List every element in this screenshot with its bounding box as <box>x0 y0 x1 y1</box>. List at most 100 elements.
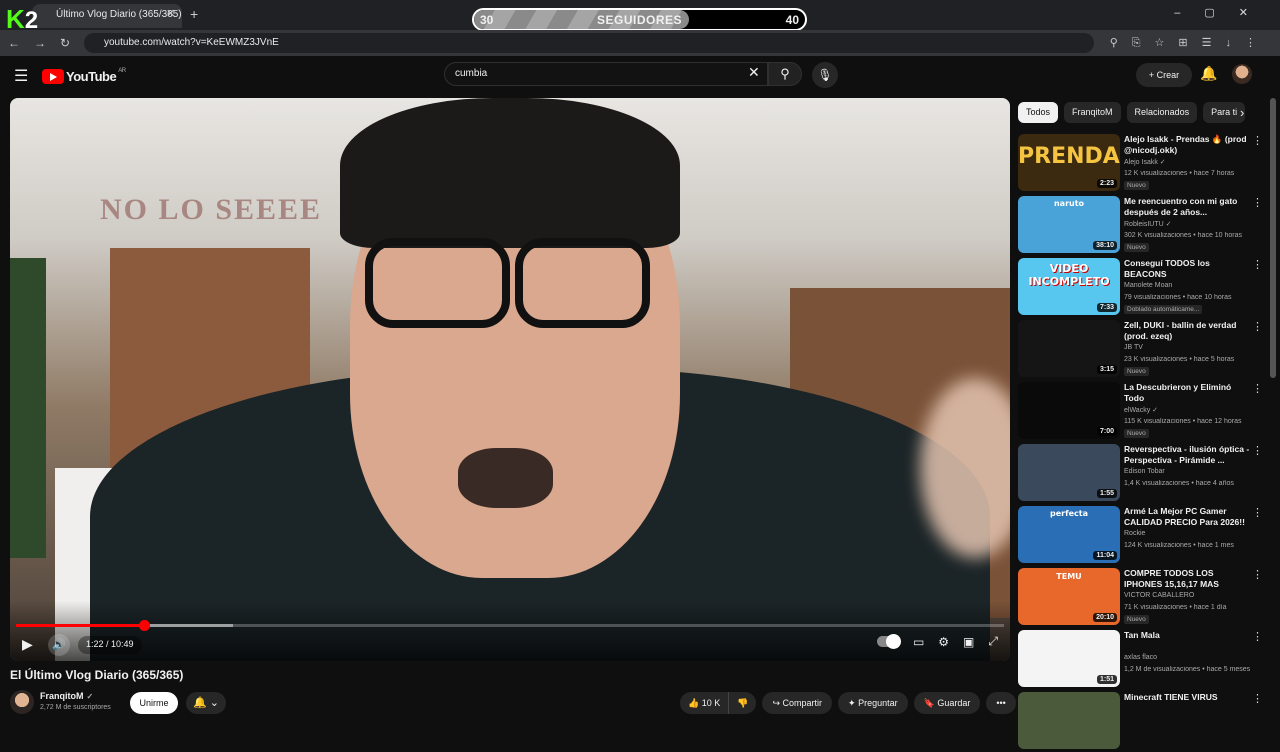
recommendation-channel[interactable]: Manolete Moan <box>1124 282 1172 289</box>
search-input[interactable]: cumbia <box>444 62 768 86</box>
recommendation-item[interactable]: naruto 38:10 Me reencuentro con mi gato de… <box>1018 194 1268 256</box>
recommendation-title[interactable]: Armé La Mejor PC Gamer CALIDAD PRECIO Pa… <box>1124 506 1250 528</box>
more-vert-icon[interactable]: ⋮ <box>1252 568 1263 581</box>
like-button[interactable]: 👍 10 K <box>680 692 730 714</box>
more-vert-icon[interactable]: ⋮ <box>1252 444 1263 457</box>
browser-tab[interactable]: Último Vlog Diario (365/365) <box>32 4 182 28</box>
video-thumbnail[interactable]: naruto 38:10 <box>1018 196 1120 253</box>
video-thumbnail[interactable]: 3:15 <box>1018 320 1120 377</box>
video-thumbnail[interactable]: 1:51 <box>1018 630 1120 687</box>
more-vert-icon[interactable]: ⋮ <box>1252 630 1263 643</box>
join-button[interactable]: Unirme <box>130 692 178 714</box>
video-thumbnail[interactable]: 1:55 <box>1018 444 1120 501</box>
hamburger-menu-icon[interactable]: ☰ <box>14 66 28 86</box>
settings-gear-icon[interactable]: ⚙ <box>938 635 949 649</box>
browser-toolbar-icons[interactable]: ⚲⎘☆⊞☰↓⋮ <box>1110 36 1270 50</box>
notifications-bell-icon[interactable]: 🔔 <box>1200 65 1217 82</box>
recommendation-meta: 23 K visualizaciones • hace 5 horas <box>1124 356 1235 363</box>
recommendation-title[interactable]: Minecraft TIENE VIRUS <box>1124 692 1250 703</box>
more-vert-icon[interactable]: ⋮ <box>1252 506 1263 519</box>
create-button[interactable]: + Crear <box>1136 63 1192 87</box>
video-thumbnail[interactable] <box>1018 692 1120 749</box>
recommendation-channel[interactable]: Alejo Isakk ✓ <box>1124 158 1166 166</box>
recommendation-channel[interactable]: RobleisIUTU ✓ <box>1124 220 1172 228</box>
voice-search-button[interactable]: 🎙 <box>812 62 838 88</box>
channel-name[interactable]: FranqitoM ✓ <box>40 691 93 701</box>
duration-badge: 1:51 <box>1096 675 1117 684</box>
recommendation-item[interactable]: PRENDAS 2:23 Alejo Isakk - Prendas 🔥 (prod… <box>1018 132 1268 194</box>
recommendation-title[interactable]: La Descubrieron y Eliminó Todo <box>1124 382 1250 404</box>
more-vert-icon[interactable]: ⋮ <box>1252 692 1263 705</box>
dislike-button[interactable]: 👎 <box>729 692 756 714</box>
subscribe-bell-button[interactable]: 🔔 ⌄ <box>186 692 226 714</box>
new-badge: Nuevo <box>1124 181 1149 190</box>
new-badge: Nuevo <box>1124 615 1149 624</box>
recommendation-channel[interactable]: JB TV <box>1124 344 1143 351</box>
recommendation-channel[interactable]: Rockie <box>1124 530 1145 537</box>
thumbs-up-icon: 👍 <box>688 698 702 708</box>
recommendation-title[interactable]: Alejo Isakk - Prendas 🔥 (prod @nicodj.ok… <box>1124 134 1250 156</box>
recommendation-title[interactable]: Zell, DUKI - ballin de verdad (prod. eze… <box>1124 320 1250 342</box>
recommendation-title[interactable]: Tan Mala <box>1124 630 1250 641</box>
video-player[interactable]: NO LO SEEEE ▶ 🔊 1:22 / 10:49 ▭ ⚙ ▣ ⤢ <box>10 98 1010 661</box>
video-thumbnail[interactable]: 7:00 <box>1018 382 1120 439</box>
save-button[interactable]: 🔖 Guardar <box>913 692 981 714</box>
theater-mode-icon[interactable]: ▣ <box>963 635 974 649</box>
recommendation-title[interactable]: Me reencuentro con mi gato después de 2 … <box>1124 196 1250 218</box>
recommendation-item[interactable]: perfecta 11:04 Armé La Mejor PC Gamer CALI… <box>1018 504 1268 566</box>
video-thumbnail[interactable]: PRENDAS 2:23 <box>1018 134 1120 191</box>
recommendation-title[interactable]: Conseguí TODOS los BEACONS <box>1124 258 1250 280</box>
recommendation-item[interactable]: Minecraft TIENE VIRUS ⋮ <box>1018 690 1268 752</box>
video-thumbnail[interactable]: perfecta 11:04 <box>1018 506 1120 563</box>
recommendation-title[interactable]: COMPRE TODOS LOS IPHONES 15,16,17 MAS BA… <box>1124 568 1250 590</box>
chevron-right-icon[interactable]: › <box>1240 105 1244 120</box>
user-avatar[interactable] <box>1232 64 1252 84</box>
scrollbar[interactable] <box>1270 98 1276 378</box>
share-button[interactable]: ↪ Compartir <box>762 692 833 714</box>
chip-channel[interactable]: FranqitoM <box>1064 102 1121 123</box>
recommendation-meta: 1,4 K visualizaciones • hace 4 años <box>1124 480 1234 487</box>
more-vert-icon[interactable]: ⋮ <box>1252 320 1263 333</box>
chip-todos[interactable]: Todos <box>1018 102 1059 123</box>
recommendation-channel[interactable]: VICTOR CABALLERO <box>1124 592 1194 599</box>
ask-button[interactable]: ✦ Preguntar <box>838 692 908 714</box>
new-badge: Nuevo <box>1124 429 1149 438</box>
recommendation-item[interactable]: TEMU 20:10 COMPRE TODOS LOS IPHONES 15,16,… <box>1018 566 1268 628</box>
recommendation-channel[interactable]: elWacky ✓ <box>1124 406 1158 414</box>
tab-close-icon[interactable]: ✕ <box>166 7 175 20</box>
youtube-logo[interactable]: YouTube AR <box>42 67 126 85</box>
more-actions-button[interactable]: ••• <box>986 692 1016 714</box>
clear-search-icon[interactable]: ✕ <box>748 64 760 81</box>
recommendation-item[interactable]: 1:51 Tan Mala axlas flaco 1,2 M de visualiz… <box>1018 628 1268 690</box>
more-vert-icon[interactable]: ⋮ <box>1252 382 1263 395</box>
play-icon[interactable]: ▶ <box>22 636 33 653</box>
chip-for-you[interactable]: Para ti <box>1203 102 1246 123</box>
url-input[interactable]: youtube.com/watch?v=KeEWMZ3JVnE <box>84 33 1094 53</box>
new-badge: Nuevo <box>1124 243 1149 252</box>
nav-arrows-icon[interactable]: ←→↻ <box>8 36 84 50</box>
recommendation-item[interactable]: VIDEO INCOMPLETO 7:33 Conseguí TODOS los B… <box>1018 256 1268 318</box>
more-vert-icon[interactable]: ⋮ <box>1252 258 1263 271</box>
channel-avatar[interactable] <box>10 690 34 714</box>
search-button[interactable]: ⚲ <box>768 62 802 86</box>
recommendation-channel[interactable]: Edison Tobar <box>1124 468 1165 475</box>
recommendation-channel[interactable]: axlas flaco <box>1124 654 1157 661</box>
autoplay-toggle[interactable] <box>876 634 901 649</box>
like-dislike-group: 👍 10 K 👎 <box>680 692 757 714</box>
subtitles-icon[interactable]: ▭ <box>913 635 924 649</box>
recommendation-title[interactable]: Reverspectiva - ilusión óptica - Perspec… <box>1124 444 1250 466</box>
window-controls[interactable]: –▢✕ <box>1174 6 1272 19</box>
recommendation-meta: 302 K visualizaciones • hace 10 horas <box>1124 232 1243 239</box>
more-vert-icon[interactable]: ⋮ <box>1252 196 1263 209</box>
recommendation-item[interactable]: 7:00 La Descubrieron y Eliminó Todo elWack… <box>1018 380 1268 442</box>
volume-icon[interactable]: 🔊 <box>48 634 70 656</box>
video-thumbnail[interactable]: VIDEO INCOMPLETO 7:33 <box>1018 258 1120 315</box>
video-thumbnail[interactable]: TEMU 20:10 <box>1018 568 1120 625</box>
new-tab-icon[interactable]: + <box>190 6 198 22</box>
progress-bar[interactable] <box>16 620 1004 631</box>
chip-related[interactable]: Relacionados <box>1126 102 1198 123</box>
fullscreen-icon[interactable]: ⤢ <box>988 634 998 649</box>
more-vert-icon[interactable]: ⋮ <box>1252 134 1263 147</box>
recommendation-item[interactable]: 3:15 Zell, DUKI - ballin de verdad (prod.… <box>1018 318 1268 380</box>
recommendation-item[interactable]: 1:55 Reverspectiva - ilusión óptica - Per… <box>1018 442 1268 504</box>
